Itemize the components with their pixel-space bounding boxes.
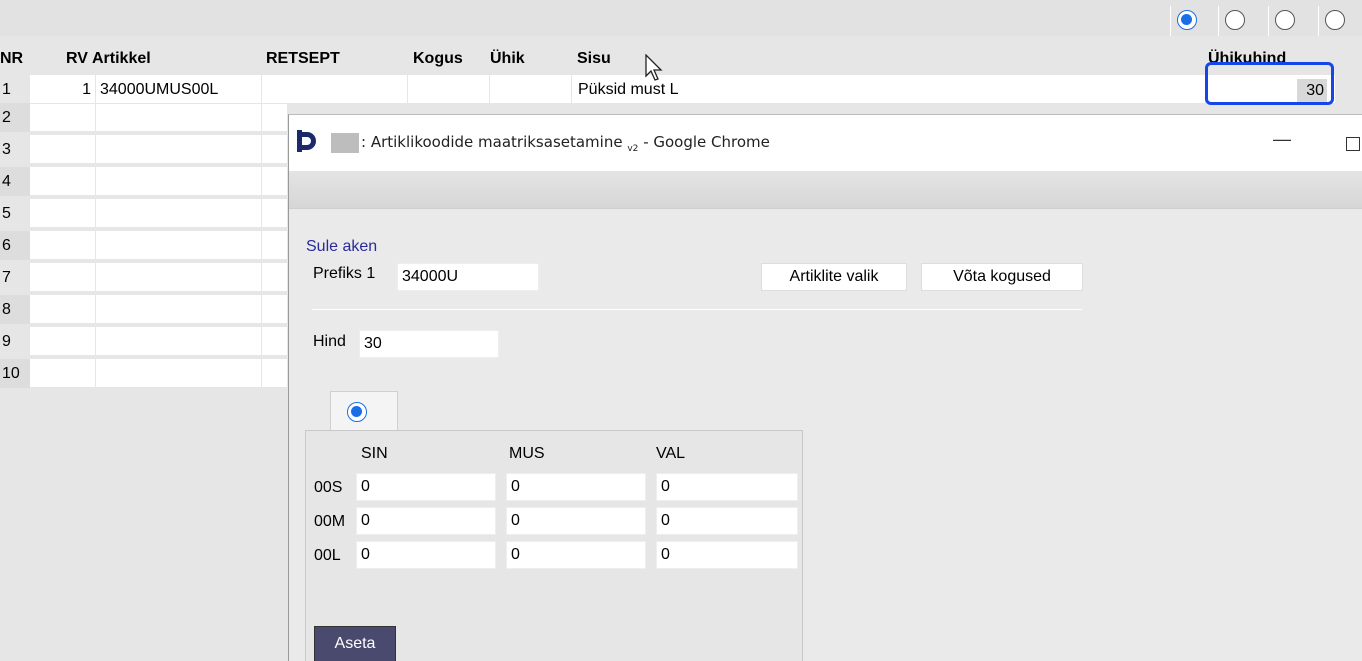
top-toolbar	[0, 0, 1362, 36]
grid-cell[interactable]	[262, 167, 288, 196]
qty-input-00l-val[interactable]: 0	[656, 541, 798, 569]
grid-cell[interactable]	[30, 199, 96, 228]
qty-input-00m-val[interactable]: 0	[656, 507, 798, 535]
grid-cell[interactable]	[96, 135, 262, 164]
qty-input-00m-mus[interactable]: 0	[506, 507, 646, 535]
header-artikkel: Artikkel	[92, 50, 151, 67]
grid-cell[interactable]	[262, 263, 288, 292]
row1-sisu[interactable]: Püksid must L	[572, 75, 1206, 104]
qty-input-00s-mus[interactable]: 0	[506, 473, 646, 501]
vota-kogused-button[interactable]: Võta kogused	[921, 263, 1083, 291]
artiklite-valik-button[interactable]: Artiklite valik	[761, 263, 907, 291]
grid-cell[interactable]	[30, 135, 96, 164]
grid-cell[interactable]	[96, 263, 262, 292]
grid-cell[interactable]	[262, 359, 288, 388]
grid-cell[interactable]	[96, 231, 262, 260]
grid-cell[interactable]	[30, 359, 96, 388]
grid-cell[interactable]	[96, 199, 262, 228]
grid-cell[interactable]	[262, 295, 288, 324]
row1-uhik[interactable]	[490, 75, 572, 104]
row-number: 8	[0, 295, 30, 324]
header-kogus: Kogus	[413, 50, 463, 67]
col-header-val: VAL	[656, 445, 686, 462]
row-number: 1	[2, 81, 11, 98]
qty-input-00l-mus[interactable]: 0	[506, 541, 646, 569]
directo-logo-icon	[297, 130, 316, 152]
header-sisu: Sisu	[577, 50, 611, 67]
view-radio-1[interactable]	[1177, 10, 1197, 30]
row-number: 4	[0, 167, 30, 196]
grid-cell[interactable]	[30, 231, 96, 260]
header-rv: RV	[66, 50, 88, 67]
qty-input-00s-val[interactable]: 0	[656, 473, 798, 501]
highlight-box	[1205, 62, 1334, 105]
popup-title-version: v2	[627, 144, 639, 154]
row-label-00l: 00L	[314, 547, 341, 564]
grid-cell[interactable]	[30, 103, 96, 132]
row1-rv[interactable]: 1	[30, 75, 96, 104]
grid-cell[interactable]	[96, 167, 262, 196]
view-radio-4[interactable]	[1325, 10, 1345, 30]
radio-box-1	[1170, 6, 1204, 36]
header-uhik: Ühik	[490, 50, 525, 67]
col-header-sin: SIN	[361, 445, 388, 462]
row-number: 3	[2, 141, 11, 158]
redacted-company-block	[331, 133, 359, 153]
divider	[312, 309, 1082, 310]
grid-cell[interactable]	[96, 103, 262, 132]
mouse-cursor-icon	[645, 54, 663, 81]
row1-retsept[interactable]	[262, 75, 408, 104]
row-number: 9	[2, 333, 11, 350]
grid-cell[interactable]	[262, 231, 288, 260]
header-nr: NR	[0, 50, 24, 67]
grid-cell[interactable]	[96, 295, 262, 324]
grid-cell[interactable]	[30, 167, 96, 196]
view-radio-2[interactable]	[1225, 10, 1245, 30]
grid-cell[interactable]	[262, 327, 288, 356]
grid-cell[interactable]	[30, 263, 96, 292]
minimize-button[interactable]: —	[1273, 129, 1291, 150]
popup-toolbar	[289, 171, 1362, 209]
grid-cell[interactable]	[30, 327, 96, 356]
row1-artikkel[interactable]: 34000UMUS00L	[96, 75, 262, 104]
grid-cell[interactable]	[96, 327, 262, 356]
matrix-popup-window: : Artiklikoodide maatriksasetamine v2 - …	[288, 114, 1362, 661]
popup-titlebar[interactable]: : Artiklikoodide maatriksasetamine v2 - …	[289, 115, 1362, 171]
hind-label: Hind	[313, 333, 346, 350]
grid-cell[interactable]	[262, 199, 288, 228]
row-label-00s: 00S	[314, 479, 343, 496]
row-number: 6	[0, 231, 30, 260]
grid-cell[interactable]	[262, 103, 288, 132]
grid-cell[interactable]	[262, 135, 288, 164]
view-radio-3[interactable]	[1275, 10, 1295, 30]
close-window-link[interactable]: Sule aken	[306, 238, 377, 256]
qty-input-00s-sin[interactable]: 0	[356, 473, 496, 501]
popup-title-text: : Artiklikoodide maatriksasetamine	[361, 133, 623, 151]
grid-cell[interactable]	[96, 359, 262, 388]
aseta-button[interactable]: Aseta	[314, 626, 396, 661]
grid-cell[interactable]	[30, 295, 96, 324]
row-number: 7	[2, 269, 11, 286]
row-number: 10	[0, 359, 30, 388]
qty-input-00l-sin[interactable]: 0	[356, 541, 496, 569]
prefiks-label: Prefiks 1	[313, 265, 376, 282]
prefiks-input[interactable]: 34000U	[397, 263, 539, 291]
radio-box-2	[1218, 6, 1252, 36]
popup-title-suffix: - Google Chrome	[638, 133, 770, 151]
hind-input[interactable]: 30	[359, 330, 499, 358]
matrix-tab-radio[interactable]	[347, 402, 367, 422]
radio-box-4	[1318, 6, 1352, 36]
qty-input-00m-sin[interactable]: 0	[356, 507, 496, 535]
row-number: 2	[0, 103, 30, 132]
row1-kogus[interactable]	[408, 75, 490, 104]
col-header-mus: MUS	[509, 445, 545, 462]
popup-title: : Artiklikoodide maatriksasetamine v2 - …	[361, 133, 770, 154]
row-label-00m: 00M	[314, 513, 346, 530]
row-number: 5	[2, 205, 11, 222]
radio-box-3	[1268, 6, 1302, 36]
header-retsept: RETSEPT	[266, 50, 340, 67]
maximize-button[interactable]	[1346, 137, 1360, 151]
matrix-tab[interactable]	[330, 391, 398, 431]
